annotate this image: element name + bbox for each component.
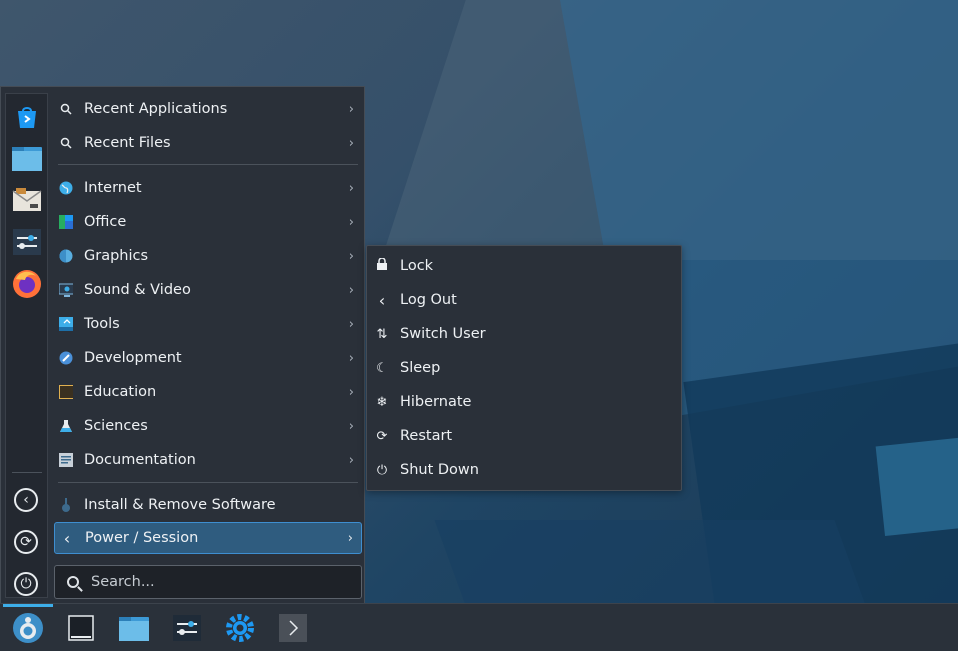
lock-icon (373, 257, 391, 274)
power-label: Switch User (400, 326, 486, 342)
power-icon[interactable]: ⏻ (14, 572, 38, 596)
power-label: Shut Down (400, 462, 479, 478)
chevron-right-icon: › (348, 418, 354, 434)
chevron-right-icon: › (348, 214, 354, 230)
chevron-right-icon: › (348, 101, 354, 117)
menu-label: Documentation (84, 452, 196, 468)
menu-label: Internet (84, 180, 142, 196)
menu-install-remove-software[interactable]: Install & Remove Software (54, 490, 362, 520)
menu-label: Office (84, 214, 127, 230)
menu-label: Recent Applications (84, 101, 228, 117)
menu-label: Sound & Video (84, 282, 191, 298)
menu-label: Tools (84, 316, 120, 332)
menu-internet[interactable]: Internet › (54, 173, 362, 203)
tools-icon (59, 317, 73, 331)
menu-recent-applications[interactable]: Recent Applications › (54, 94, 362, 124)
menu-label: Install & Remove Software (84, 497, 276, 513)
power-label: Restart (400, 428, 453, 444)
sleep-icon: ☾ (376, 360, 388, 376)
chevron-right-icon: › (348, 282, 354, 298)
search-icon (59, 102, 73, 116)
menu-graphics[interactable]: Graphics › (54, 241, 362, 271)
switch-user-icon[interactable]: ⟳ (14, 530, 38, 554)
graphics-icon (59, 249, 73, 263)
favorites-separator (12, 472, 42, 473)
taskbar (0, 603, 958, 651)
menu-recent-files[interactable]: Recent Files › (54, 128, 362, 158)
expand-arrow-icon[interactable] (275, 610, 311, 646)
power-sleep[interactable]: ☾ Sleep (373, 353, 673, 383)
documentation-icon (59, 453, 73, 467)
menu-power-session[interactable]: ‹ Power / Session › (54, 522, 362, 554)
chevron-right-icon: › (348, 384, 354, 400)
file-manager-icon[interactable] (11, 142, 43, 174)
chevron-left-icon: ‹ (63, 528, 71, 548)
globe-icon (59, 181, 73, 195)
menu-label: Education (84, 384, 157, 400)
power-switch-user[interactable]: ⇅ Switch User (373, 319, 673, 349)
chevron-right-icon: › (348, 248, 354, 264)
system-settings-icon[interactable] (169, 610, 205, 646)
hibernate-icon: ❄ (376, 394, 388, 410)
log-out-icon: ‹ (378, 290, 386, 310)
menu-label: Power / Session (85, 530, 199, 546)
menu-label: Sciences (84, 418, 148, 434)
search-icon (59, 136, 73, 150)
menu-development[interactable]: Development › (54, 343, 362, 373)
development-icon (59, 351, 73, 365)
power-label: Lock (400, 258, 434, 274)
menu-separator (58, 482, 358, 483)
menu-education[interactable]: Education › (54, 377, 362, 407)
menu-sound-video[interactable]: Sound & Video › (54, 275, 362, 305)
discover-settings-icon[interactable] (222, 610, 258, 646)
discover-icon[interactable] (11, 100, 43, 132)
leave-icon[interactable]: ‹ (14, 488, 38, 512)
power-restart[interactable]: ⟳ Restart (373, 421, 673, 451)
system-settings-icon[interactable] (11, 226, 43, 258)
install-software-icon (59, 498, 73, 512)
menu-tools[interactable]: Tools › (54, 309, 362, 339)
power-label: Hibernate (400, 394, 472, 410)
menu-label: Development (84, 350, 182, 366)
sciences-icon (59, 419, 73, 433)
education-icon (59, 385, 73, 399)
menu-office[interactable]: Office › (54, 207, 362, 237)
menu-sciences[interactable]: Sciences › (54, 411, 362, 441)
multimedia-icon (59, 283, 73, 297)
chevron-right-icon: › (348, 316, 354, 332)
menu-label: Recent Files (84, 135, 171, 151)
power-lock[interactable]: Lock (373, 251, 673, 281)
menu-label: Graphics (84, 248, 149, 264)
power-session-submenu: Lock ‹ Log Out ⇅ Switch User ☾ Sleep ❄ H… (366, 245, 682, 491)
switch-user-icon: ⇅ (376, 326, 388, 342)
power-label: Sleep (400, 360, 441, 376)
search-icon (67, 576, 79, 588)
firefox-icon[interactable] (11, 268, 43, 300)
chevron-right-icon: › (348, 452, 354, 468)
chevron-right-icon: › (348, 135, 354, 151)
mail-icon[interactable] (11, 184, 43, 216)
menu-documentation[interactable]: Documentation › (54, 445, 362, 475)
chevron-right-icon: › (348, 350, 354, 366)
power-shut-down[interactable]: ⏻ Shut Down (373, 455, 673, 485)
favorites-bar: ‹ ⟳ ⏻ (5, 93, 48, 598)
power-log-out[interactable]: ‹ Log Out (373, 285, 673, 315)
power-label: Log Out (400, 292, 457, 308)
menu-separator (58, 164, 358, 165)
restart-icon: ⟳ (376, 428, 388, 444)
office-icon (59, 215, 73, 229)
power-hibernate[interactable]: ❄ Hibernate (373, 387, 673, 417)
chevron-right-icon: › (347, 530, 353, 546)
application-launcher-icon[interactable] (10, 610, 46, 646)
shut-down-icon: ⏻ (376, 462, 388, 478)
search-input[interactable] (91, 574, 331, 590)
application-launcher: ‹ ⟳ ⏻ Recent Applications › Recent Files… (0, 86, 365, 604)
show-desktop-icon[interactable] (63, 610, 99, 646)
active-indicator (3, 604, 53, 607)
file-manager-icon[interactable] (116, 610, 152, 646)
search-field[interactable] (54, 565, 362, 599)
chevron-right-icon: › (348, 180, 354, 196)
